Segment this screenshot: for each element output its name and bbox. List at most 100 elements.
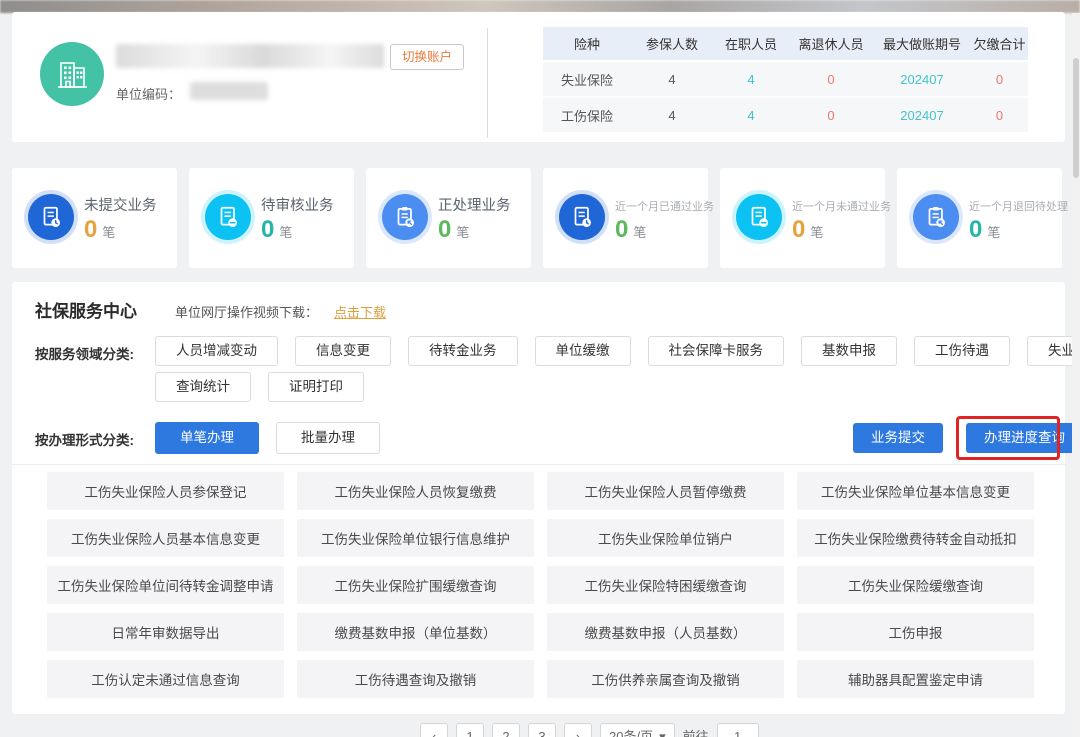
- stat-unit: 笔: [279, 225, 292, 240]
- table-cell: 202407: [873, 72, 971, 87]
- service-grid-button[interactable]: 日常年审数据导出: [47, 613, 284, 651]
- table-cell: 0: [789, 72, 873, 87]
- table-cell: 4: [713, 72, 789, 87]
- service-grid-button[interactable]: 工伤失业保险扩围缓缴查询: [297, 566, 534, 604]
- domain-filter-button[interactable]: 信息变更: [295, 336, 391, 366]
- service-grid-button[interactable]: 工伤失业保险单位银行信息维护: [297, 519, 534, 557]
- table-column-header: 最大做账期号: [873, 34, 971, 53]
- service-grid-button[interactable]: 工伤认定未通过信息查询: [47, 660, 284, 698]
- stat-card: 未提交业务0笔: [12, 168, 177, 268]
- service-grid-button[interactable]: 缴费基数申报（单位基数）: [297, 613, 534, 651]
- business-submit-button[interactable]: 业务提交: [853, 423, 943, 453]
- table-cell: 0: [971, 108, 1028, 123]
- pagination-next-button[interactable]: ›: [564, 723, 592, 737]
- unit-code-label: 单位编码：: [116, 84, 181, 103]
- table-cell: 202407: [873, 108, 971, 123]
- stat-label: 近一个月已通过业务: [615, 198, 714, 214]
- pagination-page-button[interactable]: 3: [528, 723, 556, 737]
- stat-unit: 笔: [633, 225, 646, 240]
- progress-query-button[interactable]: 办理进度查询: [966, 423, 1080, 453]
- stat-card: 近一个月未通过业务0笔: [720, 168, 885, 268]
- insurance-table-header: 险种参保人数在职人员离退休人员最大做账期号欠缴合计: [543, 27, 1028, 60]
- table-row: 失业保险4402024070: [543, 62, 1028, 96]
- page: 切换账户 单位编码： 险种参保人数在职人员离退休人员最大做账期号欠缴合计 失业保…: [0, 0, 1080, 737]
- domain-filter-button[interactable]: 社会保障卡服务: [648, 336, 785, 366]
- stat-number: 0: [84, 216, 97, 243]
- table-cell: 4: [713, 108, 789, 123]
- stat-card: 近一个月已通过业务0笔: [543, 168, 708, 268]
- clipboard-arrow-icon: [382, 194, 428, 240]
- table-cell: 0: [971, 72, 1028, 87]
- service-grid-button[interactable]: 工伤失业保险特困缓缴查询: [547, 566, 784, 604]
- stat-value: 0笔: [261, 216, 292, 244]
- service-grid-button[interactable]: 缴费基数申报（人员基数）: [547, 613, 784, 651]
- service-grid-button[interactable]: 工伤失业保险人员恢复缴费: [297, 472, 534, 510]
- stat-value: 0笔: [969, 216, 1000, 244]
- download-link[interactable]: 点击下载: [334, 302, 386, 321]
- domain-filter-button[interactable]: 工伤待遇: [914, 336, 1010, 366]
- service-grid-button[interactable]: 工伤失业保险单位销户: [547, 519, 784, 557]
- section-title: 社保服务中心: [35, 297, 137, 322]
- company-info-panel: 切换账户 单位编码： 险种参保人数在职人员离退休人员最大做账期号欠缴合计 失业保…: [12, 12, 1065, 142]
- service-grid-button[interactable]: 辅助器具配置鉴定申请: [797, 660, 1034, 698]
- domain-filter-button[interactable]: 单位缓缴: [535, 336, 631, 366]
- switch-account-button[interactable]: 切换账户: [390, 44, 464, 70]
- unit-code-redacted: [190, 82, 268, 100]
- pagination-page-button[interactable]: 2: [492, 723, 520, 737]
- scrollbar-thumb[interactable]: [1073, 58, 1079, 178]
- domain-filter-button[interactable]: 基数申报: [801, 336, 897, 366]
- service-grid-button[interactable]: 工伤失业保险缴费待转金自动抵扣: [797, 519, 1034, 557]
- service-grid-button[interactable]: 工伤供养亲属查询及撤销: [547, 660, 784, 698]
- stat-number: 0: [615, 216, 628, 243]
- divider: [12, 464, 1065, 465]
- table-column-header: 险种: [543, 34, 631, 53]
- insurance-table-body: 失业保险4402024070工伤保险4402024070: [543, 62, 1028, 132]
- clipboard-arrow-icon: [913, 194, 959, 240]
- domain-filter-button[interactable]: 人员增减变动: [155, 336, 278, 366]
- stat-unit: 笔: [102, 225, 115, 240]
- domain-filter-button[interactable]: 查询统计: [155, 372, 251, 402]
- stat-label: 待审核业务: [261, 194, 334, 215]
- stat-number: 0: [969, 216, 982, 243]
- company-name-redacted: [116, 44, 384, 68]
- mode-filter-button[interactable]: 单笔办理: [155, 422, 259, 454]
- service-grid-button[interactable]: 工伤失业保险缓缴查询: [797, 566, 1034, 604]
- stat-number: 0: [438, 216, 451, 243]
- service-grid-button[interactable]: 工伤失业保险单位基本信息变更: [797, 472, 1034, 510]
- mode-filter-button[interactable]: 批量办理: [276, 422, 380, 454]
- domain-filter-button[interactable]: 证明打印: [268, 372, 364, 402]
- document-clock-icon: [559, 194, 605, 240]
- pagination-page-button[interactable]: 1: [456, 723, 484, 737]
- service-grid-button[interactable]: 工伤失业保险人员参保登记: [47, 472, 284, 510]
- pagination-prev-button[interactable]: ‹: [420, 723, 448, 737]
- insurance-summary-table: 险种参保人数在职人员离退休人员最大做账期号欠缴合计 失业保险4402024070…: [543, 27, 1028, 134]
- stat-value: 0笔: [438, 216, 469, 244]
- service-grid-button[interactable]: 工伤待遇查询及撤销: [297, 660, 534, 698]
- service-grid-button[interactable]: 工伤失业保险人员暂停缴费: [547, 472, 784, 510]
- company-avatar: [40, 42, 104, 106]
- scrollbar[interactable]: [1072, 13, 1080, 737]
- document-minus-icon: [736, 194, 782, 240]
- service-grid-button[interactable]: 工伤申报: [797, 613, 1034, 651]
- domain-filter-button[interactable]: 待转金业务: [408, 336, 518, 366]
- table-column-header: 在职人员: [713, 34, 789, 53]
- table-column-header: 离退休人员: [789, 34, 873, 53]
- table-column-header: 欠缴合计: [971, 34, 1028, 53]
- stat-card: 正处理业务0笔: [366, 168, 531, 268]
- page-size-select[interactable]: 20条/页 ▾: [600, 723, 675, 737]
- page-size-value: 20条/页: [609, 724, 653, 737]
- video-download-label: 单位网厅操作视频下载：: [175, 302, 318, 321]
- chevron-down-icon: ▾: [659, 724, 666, 737]
- domain-filter-row-1: 人员增减变动信息变更待转金业务单位缓缴社会保障卡服务基数申报工伤待遇失业待遇: [155, 336, 1080, 366]
- goto-page-input[interactable]: 1: [717, 723, 759, 737]
- service-grid-button[interactable]: 工伤失业保险人员基本信息变更: [47, 519, 284, 557]
- table-cell: 失业保险: [543, 70, 631, 89]
- mode-filter-label: 按办理形式分类:: [35, 429, 134, 449]
- stat-unit: 笔: [456, 225, 469, 240]
- table-row: 工伤保险4402024070: [543, 98, 1028, 132]
- service-center-panel: 社保服务中心 单位网厅操作视频下载： 点击下载 按服务领域分类: 人员增减变动信…: [12, 282, 1065, 714]
- domain-filter-label: 按服务领域分类:: [35, 343, 134, 363]
- stat-card: 近一个月退回待处理0笔: [897, 168, 1062, 268]
- table-cell: 工伤保险: [543, 106, 631, 125]
- service-grid-button[interactable]: 工伤失业保险单位间待转金调整申请: [47, 566, 284, 604]
